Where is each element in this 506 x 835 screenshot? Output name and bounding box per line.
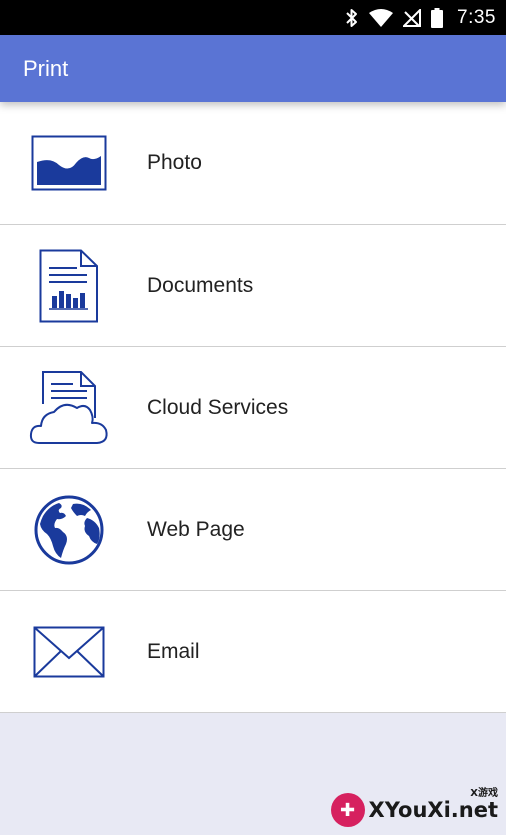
menu-item-label: Photo <box>147 151 202 174</box>
watermark: ✚ XYouXi.net X游戏 <box>330 788 498 827</box>
no-signal-icon <box>403 8 422 27</box>
menu-item-email[interactable]: Email <box>0 591 506 713</box>
watermark-subtext: X游戏 <box>470 788 498 799</box>
battery-icon <box>431 7 444 28</box>
watermark-text: XYouXi.net X游戏 <box>369 788 498 822</box>
app-bar: Print <box>0 35 506 102</box>
wifi-icon <box>369 8 394 27</box>
menu-item-label: Email <box>147 639 200 663</box>
globe-icon <box>28 489 110 571</box>
menu-item-label: Documents <box>147 273 254 297</box>
document-icon <box>28 245 110 327</box>
gamepad-logo-icon: ✚ <box>330 793 365 827</box>
menu-item-cloud-services[interactable]: Cloud Services <box>0 347 506 469</box>
menu-item-label: Cloud Services <box>147 395 289 419</box>
status-time: 7:35 <box>457 6 496 28</box>
status-icons: 7:35 <box>345 0 496 35</box>
photo-icon <box>28 122 110 204</box>
page-title: Print <box>23 56 69 81</box>
menu-item-label: Web Page <box>147 517 245 541</box>
menu-item-photo[interactable]: Photo <box>0 102 506 225</box>
cloud-document-icon <box>28 367 110 449</box>
envelope-icon <box>28 611 110 693</box>
menu-item-documents[interactable]: Documents <box>0 225 506 347</box>
status-bar: 7:35 <box>0 0 506 35</box>
print-options-list: Photo Documents Cloud Services Web Page … <box>0 102 506 713</box>
bluetooth-icon <box>345 8 359 28</box>
menu-item-web-page[interactable]: Web Page <box>0 469 506 591</box>
